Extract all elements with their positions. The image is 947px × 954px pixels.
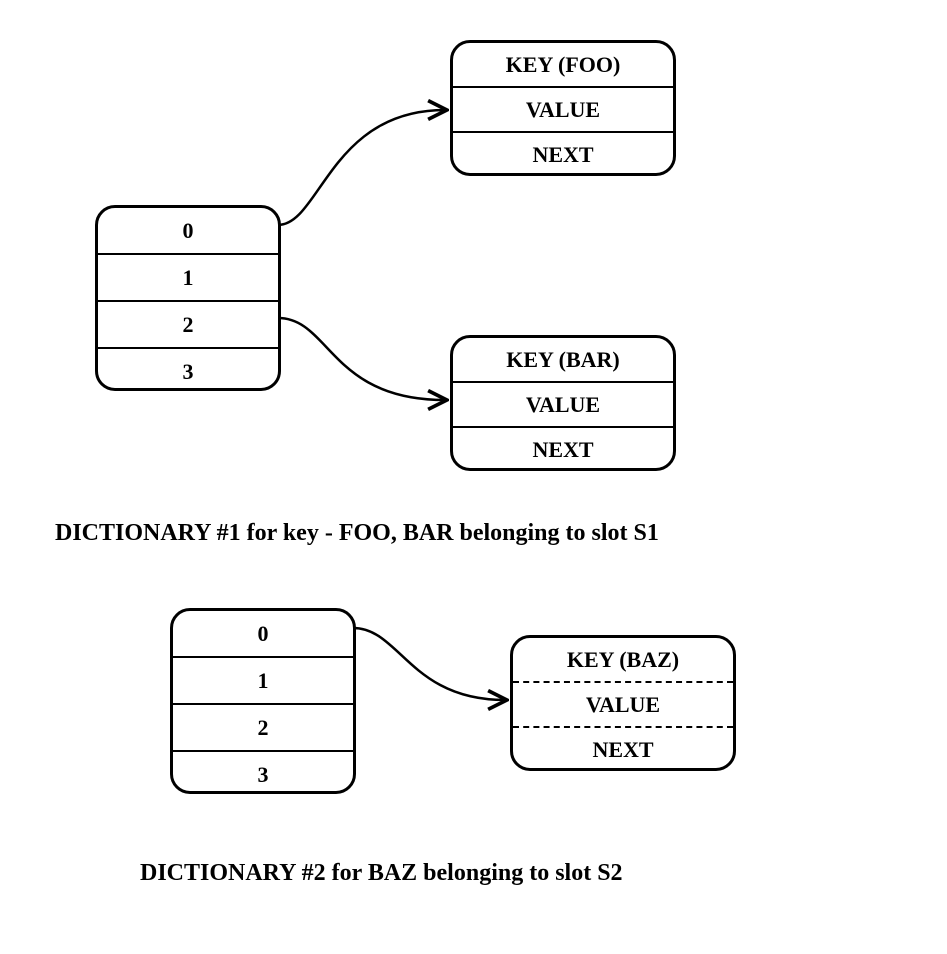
arrow-dict2-0-to-baz [0,0,947,900]
dict2-caption: DICTIONARY #2 for BAZ belonging to slot … [140,860,623,887]
